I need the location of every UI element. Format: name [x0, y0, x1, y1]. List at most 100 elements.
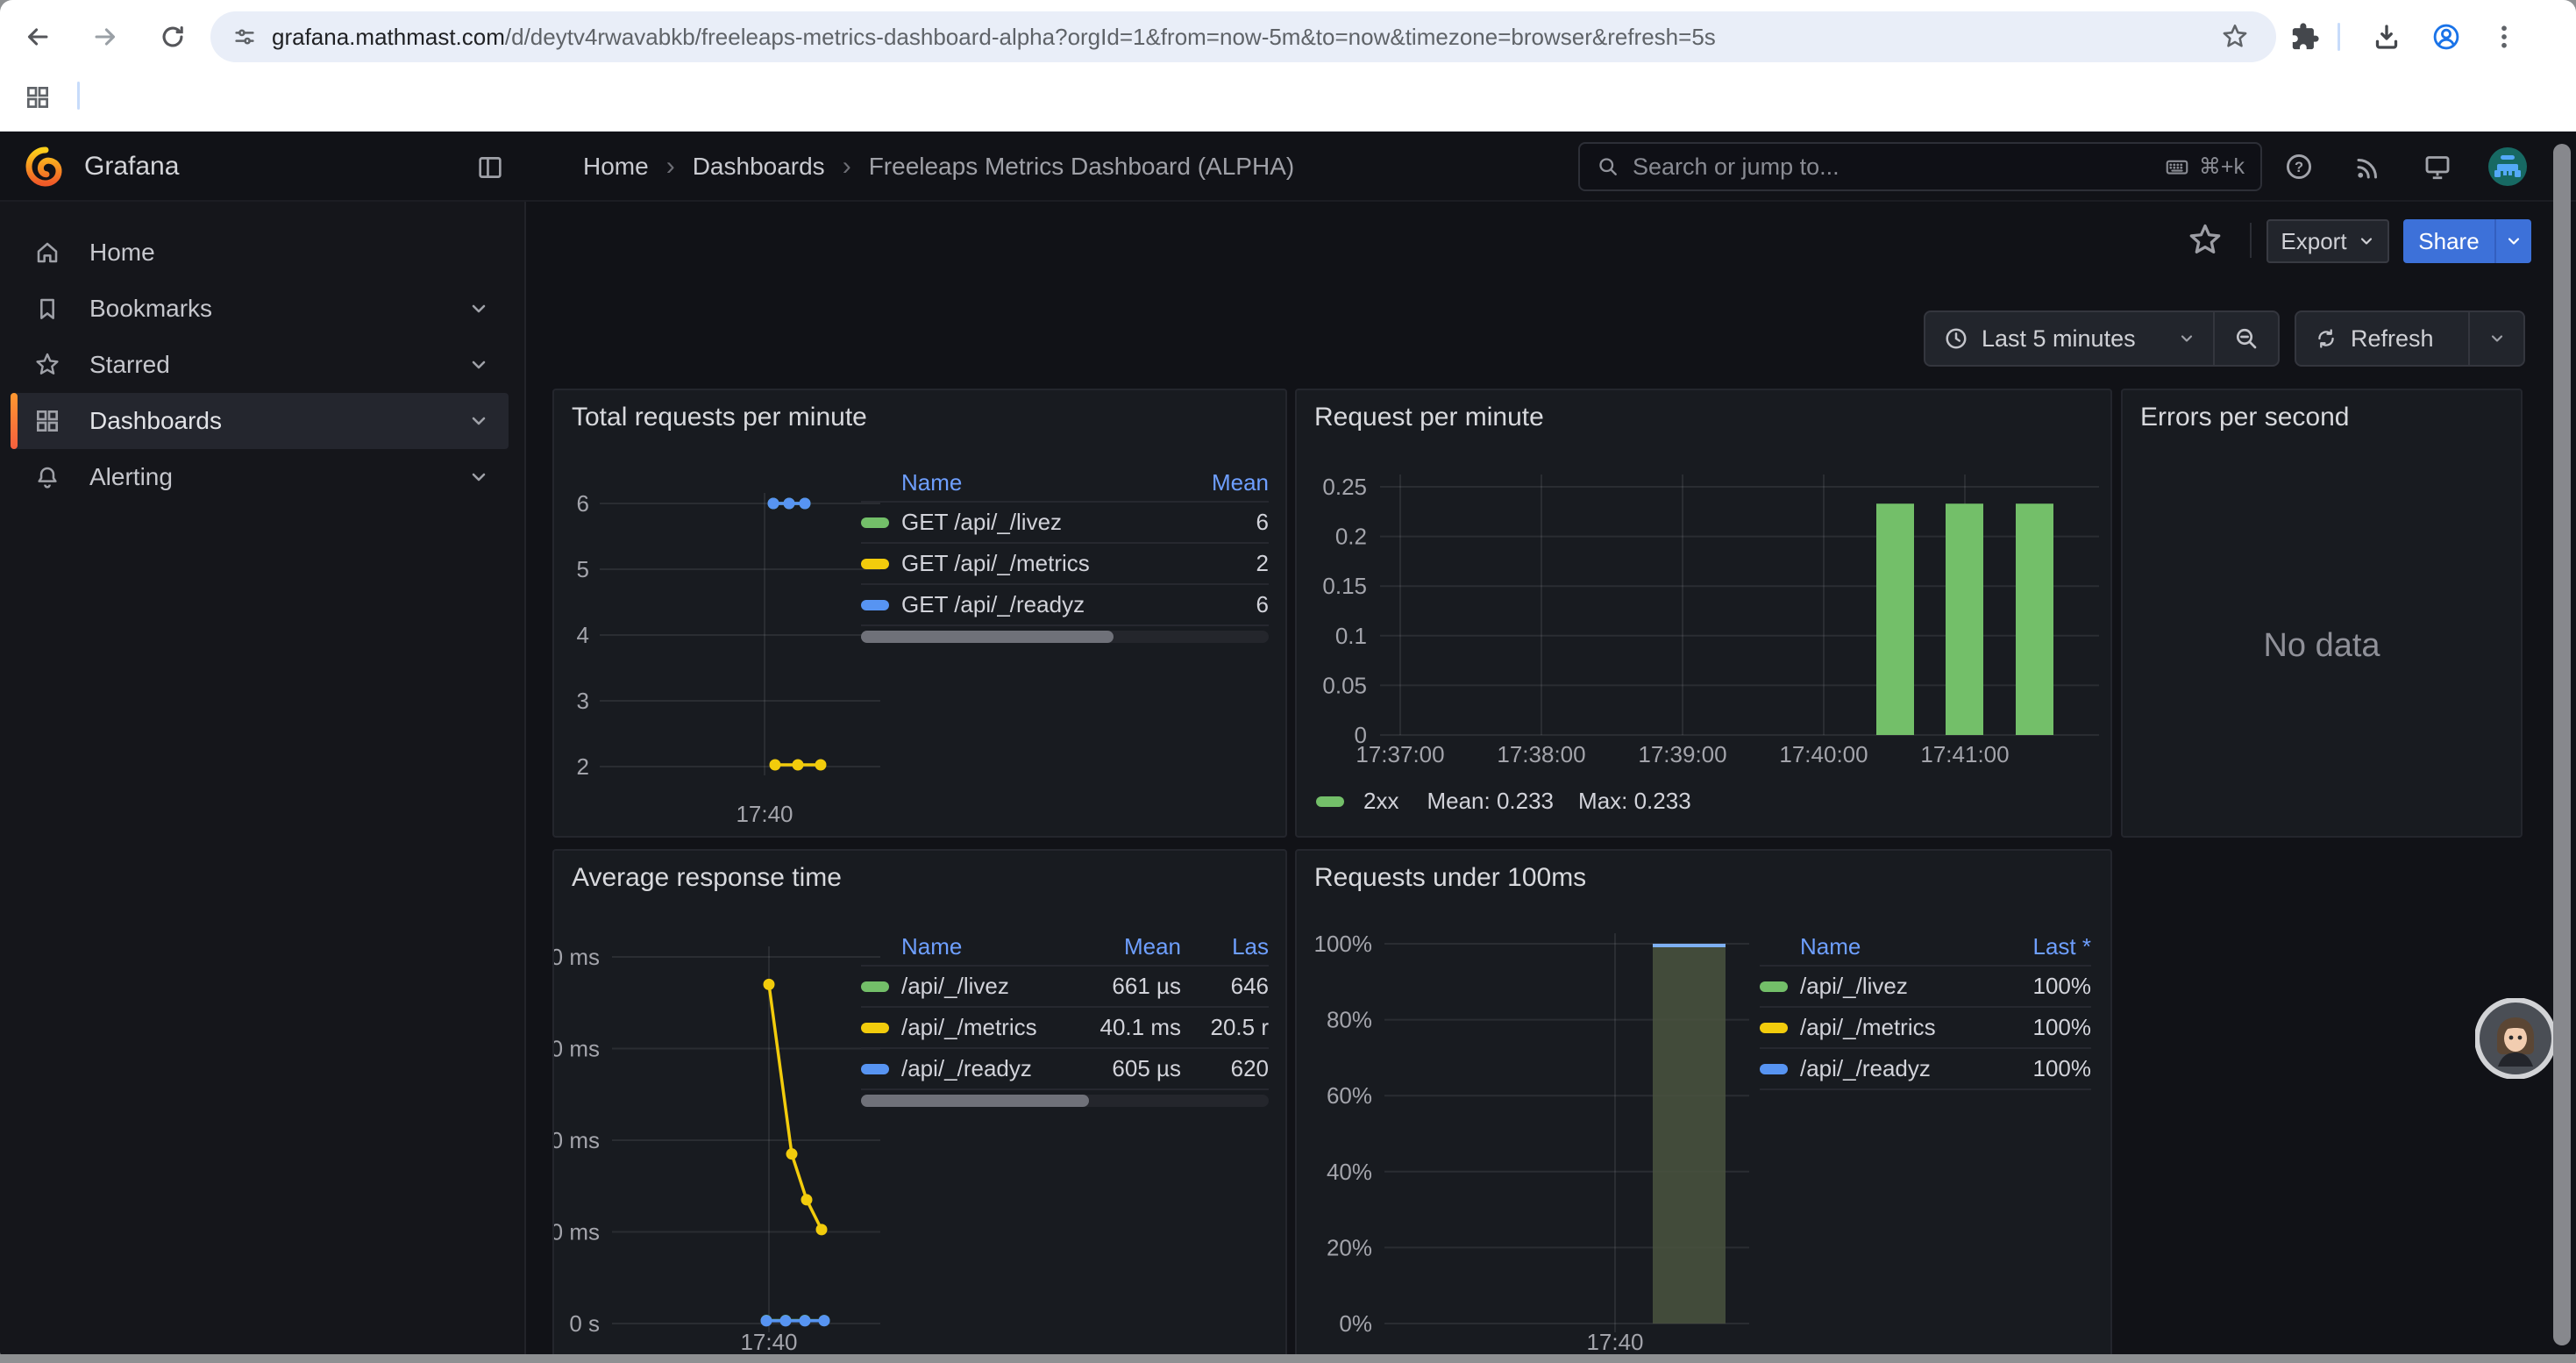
legend-col-last[interactable]: Last *	[1990, 933, 2091, 960]
panel-title[interactable]: Total requests per minute	[572, 403, 867, 432]
sidebar-item-dashboards[interactable]: Dashboards	[11, 393, 509, 449]
apps-grid-icon[interactable]	[24, 83, 52, 111]
legend-row[interactable]: /api/_/readyz 100%	[1760, 1049, 2091, 1090]
sidebar-toggle-icon[interactable]	[475, 153, 505, 182]
bookmark-star-icon[interactable]	[2220, 22, 2250, 52]
series-swatch	[1316, 796, 1344, 807]
request-per-minute-chart[interactable]: 0.250.20.150.10.05017:37:0017:38:0017:39…	[1297, 390, 2110, 836]
legend-col-last[interactable]: Las	[1181, 933, 1269, 960]
legend-header: Name Last *	[1760, 928, 2091, 967]
breadcrumb-dashboards[interactable]: Dashboards	[693, 153, 825, 181]
url-bar[interactable]: grafana.mathmast.com/d/deytv4rwavabkb/fr…	[210, 11, 2276, 62]
extensions-icon[interactable]	[2290, 22, 2320, 52]
chevron-down-icon[interactable]	[468, 467, 489, 488]
svg-text:20%: 20%	[1327, 1234, 1372, 1260]
vertical-scrollbar[interactable]	[2553, 144, 2571, 1345]
sidebar-item-starred[interactable]: Starred	[11, 337, 509, 393]
svg-text:17:40: 17:40	[1586, 1329, 1643, 1355]
panel-title[interactable]: Request per minute	[1314, 403, 1544, 432]
sidebar-item-home[interactable]: Home	[11, 225, 509, 281]
panel-title[interactable]: Average response time	[572, 863, 842, 893]
series-name: /api/_/metrics	[901, 1014, 1037, 1041]
svg-text:100%: 100%	[1314, 931, 1373, 957]
time-range-picker[interactable]: Last 5 minutes	[1925, 312, 2213, 365]
series-swatch	[1760, 1064, 1788, 1074]
series-name: /api/_/readyz	[901, 1055, 1032, 1082]
series-name: GET /api/_/metrics	[901, 550, 1090, 577]
legend[interactable]: 2xx Mean: 0.233 Max: 0.233	[1316, 788, 1691, 815]
sidebar-item-bookmarks[interactable]: Bookmarks	[11, 281, 509, 337]
url-text[interactable]: grafana.mathmast.com/d/deytv4rwavabkb/fr…	[272, 24, 1716, 50]
series-swatch	[861, 559, 889, 569]
svg-text:40%: 40%	[1327, 1159, 1372, 1185]
legend-row[interactable]: /api/_/metrics 40.1 ms 20.5 r	[861, 1008, 1269, 1049]
legend-col-name[interactable]: Name	[861, 469, 1172, 496]
panel-title[interactable]: Errors per second	[2140, 403, 2349, 432]
legend-col-name[interactable]: Name	[861, 933, 1063, 960]
series-last: 100%	[1990, 1055, 2091, 1082]
kiosk-monitor-icon[interactable]	[2422, 151, 2453, 182]
legend-hscrollbar[interactable]	[861, 1095, 1269, 1107]
export-button[interactable]: Export	[2266, 219, 2389, 263]
refresh-controls: Refresh	[2295, 310, 2525, 367]
series-mean: 6	[1172, 509, 1269, 536]
export-label: Export	[2281, 228, 2346, 255]
chevron-down-icon[interactable]	[468, 354, 489, 375]
grafana-logo-icon[interactable]	[25, 146, 67, 188]
svg-text:4: 4	[577, 622, 589, 648]
help-icon[interactable]	[2283, 151, 2315, 182]
browser-toolbar: grafana.mathmast.com/d/deytv4rwavabkb/fr…	[0, 0, 2576, 74]
legend-row[interactable]: /api/_/livez 100%	[1760, 967, 2091, 1008]
forward-icon[interactable]	[90, 22, 120, 52]
favorite-star-icon[interactable]	[2186, 221, 2224, 260]
toolbar-divider	[2338, 23, 2340, 51]
svg-text:60 ms: 60 ms	[554, 1036, 600, 1062]
browser-menu-icon[interactable]	[2488, 21, 2520, 53]
svg-text:17:38:00: 17:38:00	[1497, 741, 1585, 767]
search-input[interactable]: Search or jump to... ⌘+k	[1578, 142, 2262, 191]
site-settings-icon[interactable]	[231, 24, 258, 50]
svg-text:17:39:00: 17:39:00	[1638, 741, 1726, 767]
legend-hscrollbar[interactable]	[861, 631, 1269, 643]
svg-text:17:37:00: 17:37:00	[1356, 741, 1444, 767]
news-rss-icon[interactable]	[2353, 151, 2385, 182]
panel-total-requests: Total requests per minute 6543217:40 Nam…	[552, 389, 1287, 838]
share-button[interactable]: Share	[2403, 219, 2494, 263]
refresh-button[interactable]: Refresh	[2296, 312, 2468, 365]
legend-col-mean[interactable]: Mean	[1063, 933, 1181, 960]
refresh-interval-dropdown[interactable]	[2470, 312, 2523, 365]
legend-row[interactable]: GET /api/_/readyz 6	[861, 585, 1269, 626]
brand-title[interactable]: Grafana	[84, 132, 179, 202]
svg-text:0.15: 0.15	[1322, 573, 1367, 599]
toolbar-divider	[2250, 223, 2252, 258]
series-mean: Mean: 0.233	[1427, 788, 1554, 815]
back-icon[interactable]	[23, 22, 53, 52]
legend-col-mean[interactable]: Mean	[1172, 469, 1269, 496]
user-avatar[interactable]	[2488, 147, 2527, 186]
legend-row[interactable]: GET /api/_/metrics 2	[861, 544, 1269, 585]
breadcrumb-home[interactable]: Home	[583, 153, 649, 181]
legend-row[interactable]: /api/_/readyz 605 µs 620	[861, 1049, 1269, 1090]
floating-assistant-avatar[interactable]	[2475, 998, 2556, 1079]
legend-row[interactable]: GET /api/_/livez 6	[861, 503, 1269, 544]
chevron-down-icon[interactable]	[468, 298, 489, 319]
screen: ? grafana.mathmast.com/d/deytv4rwavabkb/…	[0, 0, 2576, 1363]
reload-icon[interactable]	[158, 22, 188, 52]
share-dropdown-button[interactable]	[2494, 219, 2531, 263]
series-swatch	[861, 981, 889, 992]
profile-icon[interactable]	[2430, 21, 2462, 53]
dashboards-grid-icon	[33, 407, 61, 435]
legend-row[interactable]: /api/_/metrics 100%	[1760, 1008, 2091, 1049]
panel-title[interactable]: Requests under 100ms	[1314, 863, 1586, 893]
panel-request-per-minute: Request per minute 0.250.20.150.10.05017…	[1295, 389, 2112, 838]
sidebar-item-label: Starred	[89, 351, 170, 379]
search-shortcut: ⌘+k	[2164, 153, 2245, 180]
downloads-icon[interactable]	[2371, 21, 2402, 53]
legend-col-name[interactable]: Name	[1760, 933, 1990, 960]
breadcrumb-separator: ›	[666, 152, 675, 182]
chevron-down-icon[interactable]	[468, 410, 489, 432]
legend-header: Name Mean Las	[861, 928, 1269, 967]
sidebar-item-alerting[interactable]: Alerting	[11, 449, 509, 505]
zoom-out-button[interactable]	[2215, 312, 2278, 365]
legend-row[interactable]: /api/_/livez 661 µs 646	[861, 967, 1269, 1008]
